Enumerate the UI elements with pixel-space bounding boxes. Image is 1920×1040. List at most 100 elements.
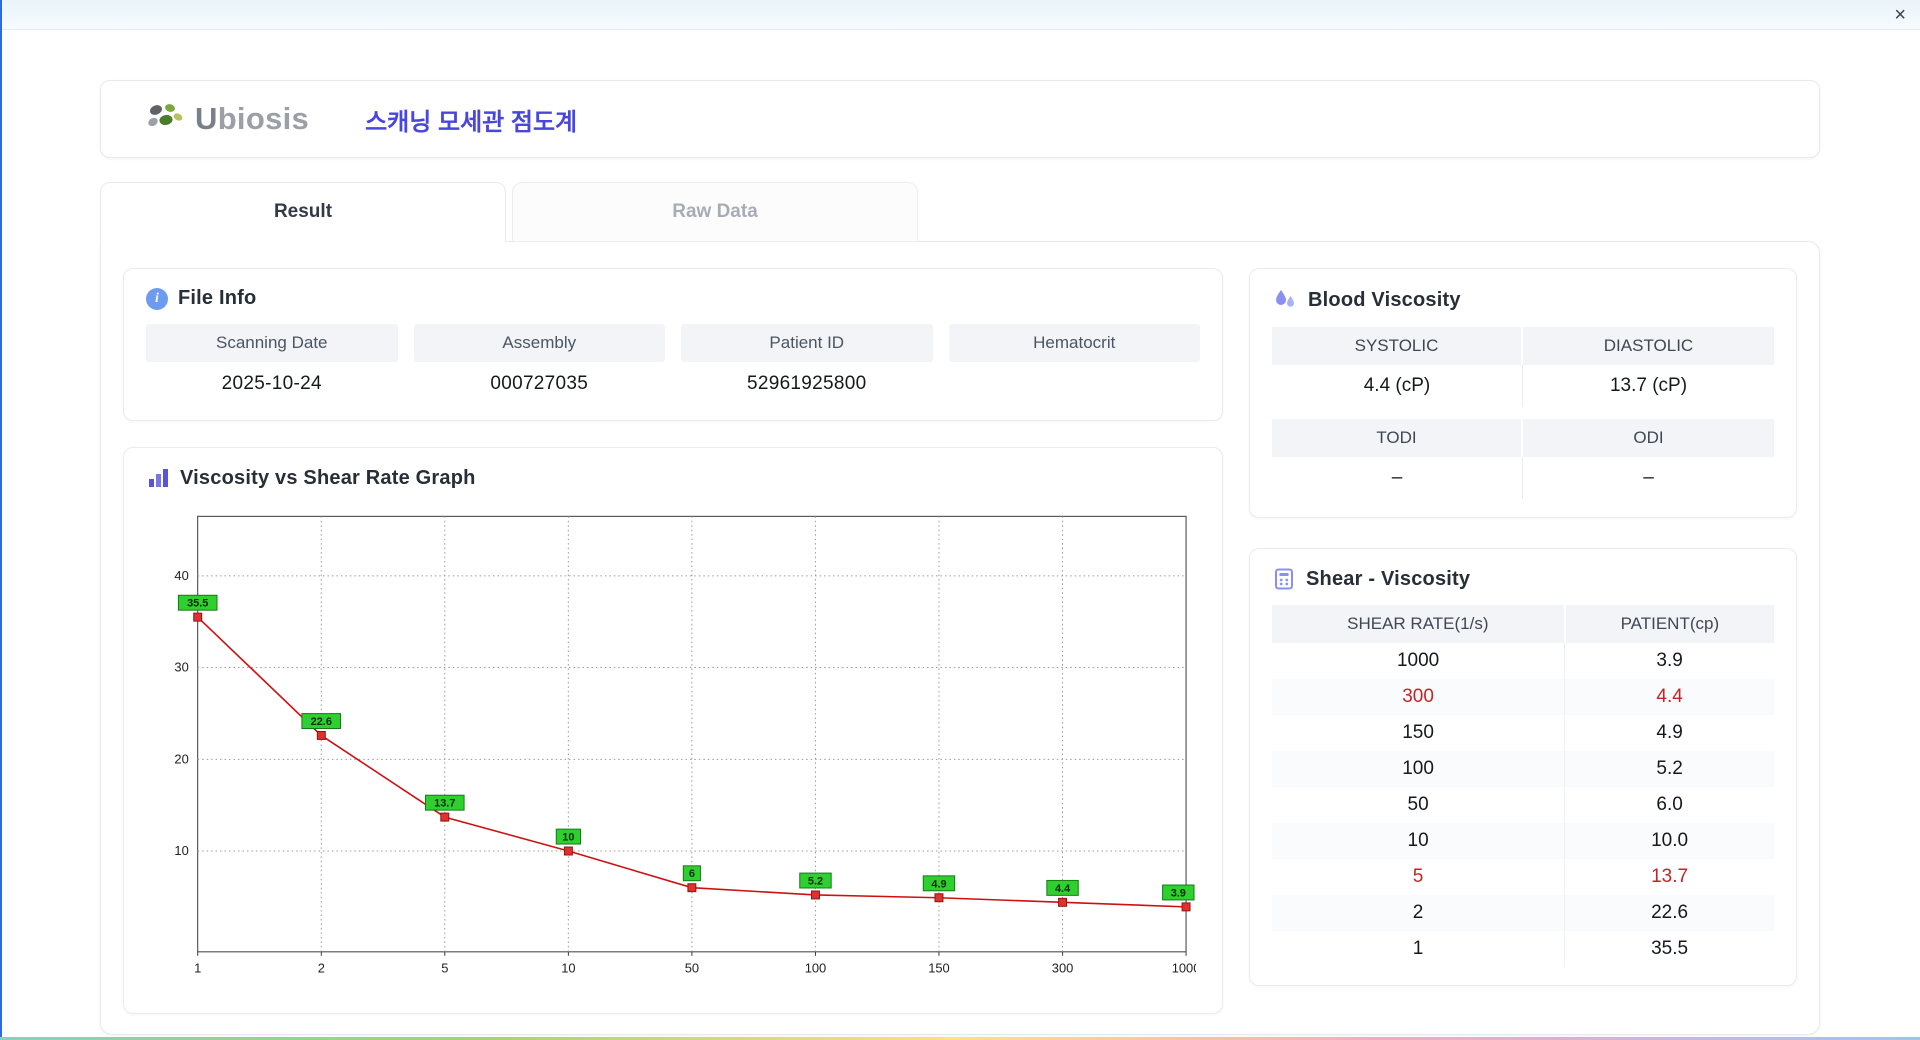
field-value: 52961925800 xyxy=(746,373,867,394)
svg-text:10: 10 xyxy=(562,832,574,844)
calculator-icon xyxy=(1275,568,1293,590)
svg-text:13.7: 13.7 xyxy=(434,798,455,810)
field-label: Assembly xyxy=(413,324,665,362)
patient-cell: 5.2 xyxy=(1564,751,1774,787)
svg-text:35.5: 35.5 xyxy=(187,598,208,610)
patient-cell: 35.5 xyxy=(1651,938,1689,959)
header-card: Ubiosis 스캐닝 모세관 점도계 xyxy=(100,80,1820,158)
shear-table-row: 2 22.6 xyxy=(1272,895,1774,931)
shear-table-row: 1 35.5 xyxy=(1272,931,1774,967)
tab-raw-data[interactable]: Raw Data xyxy=(512,182,918,242)
patient-cell: 6.0 xyxy=(1656,794,1683,815)
svg-text:50: 50 xyxy=(685,961,699,976)
svg-text:1: 1 xyxy=(194,961,201,976)
bv-label-todi: TODI xyxy=(1272,419,1523,457)
shear-table-row: 50 6.0 xyxy=(1272,787,1774,823)
file-info-field: Scanning Date 2025-10-24 xyxy=(146,324,398,402)
shear-rate-cell: 10 xyxy=(1272,823,1566,859)
field-value: 000727035 xyxy=(490,373,589,394)
shear-table-row: 1000 3.9 xyxy=(1272,643,1774,679)
svg-text:3.9: 3.9 xyxy=(1171,887,1186,899)
bar-chart-icon xyxy=(149,469,168,487)
patient-cell: 22.6 xyxy=(1564,895,1774,931)
shear-table-row: 100 5.2 xyxy=(1272,751,1774,787)
file-info-title: File Info xyxy=(178,287,257,309)
shear-rate-cell: 2 xyxy=(1272,895,1566,931)
file-info-card: i File Info Scanning Date 2025-10-24 Ass… xyxy=(123,268,1223,421)
droplets-icon xyxy=(1276,290,1294,307)
patient-cell: 4.9 xyxy=(1656,722,1683,743)
page: Ubiosis 스캐닝 모세관 점도계 Result Raw Data i Fi… xyxy=(0,30,1920,1035)
svg-text:2: 2 xyxy=(318,961,325,976)
tab-result[interactable]: Result xyxy=(100,182,506,242)
svg-text:4.9: 4.9 xyxy=(931,878,946,890)
bv-value-systolic: 4.4 (cP) xyxy=(1272,365,1523,407)
info-icon: i xyxy=(146,287,168,310)
field-label: Hematocrit xyxy=(948,324,1200,362)
bv-label-systolic: SYSTOLIC xyxy=(1272,327,1523,365)
svg-text:300: 300 xyxy=(1052,961,1074,976)
svg-text:4.4: 4.4 xyxy=(1055,883,1071,895)
field-value xyxy=(949,362,1201,402)
patient-cell: 10.0 xyxy=(1564,823,1774,859)
bv-value-row-1: 4.4 (cP) 13.7 (cP) xyxy=(1272,365,1774,407)
svg-text:10: 10 xyxy=(174,843,188,858)
ubiosis-logo: Ubiosis xyxy=(145,101,309,137)
shear-table-row: 10 10.0 xyxy=(1272,823,1774,859)
shear-viscosity-card: Shear - Viscosity SHEAR RATE(1/s) PATIEN… xyxy=(1249,548,1797,986)
field-value: 2025-10-24 xyxy=(221,373,322,394)
bv-value-todi: – xyxy=(1272,457,1523,499)
svg-text:30: 30 xyxy=(174,660,188,675)
field-label: Scanning Date xyxy=(146,324,398,362)
shear-rate-cell: 100 xyxy=(1272,751,1566,787)
tab-bar: Result Raw Data xyxy=(100,182,1820,242)
close-icon[interactable]: × xyxy=(1894,5,1906,25)
graph-card: Viscosity vs Shear Rate Graph 10 20 30 40 1 2… xyxy=(123,447,1223,1014)
shear-rate-cell: 300 xyxy=(1272,679,1566,715)
ubiosis-logo-icon xyxy=(148,104,183,127)
blood-viscosity-title: Blood Viscosity xyxy=(1308,288,1461,311)
bv-value-diastolic: 13.7 (cP) xyxy=(1609,375,1688,396)
shear-viscosity-table: SHEAR RATE(1/s) PATIENT(cp) 1000 3.9 300… xyxy=(1272,605,1774,967)
svg-text:5: 5 xyxy=(441,961,448,976)
patient-cell: 4.4 xyxy=(1564,679,1774,715)
file-info-fields: Scanning Date 2025-10-24 Assembly 000727… xyxy=(146,324,1200,402)
svg-text:100: 100 xyxy=(805,961,827,976)
field-label: Patient ID xyxy=(681,324,933,362)
svg-text:150: 150 xyxy=(928,961,950,976)
shear-table-row: 5 13.7 xyxy=(1272,859,1774,895)
brand-text: Ubiosis xyxy=(195,101,309,137)
shear-rate-cell: 150 xyxy=(1272,715,1566,751)
svg-text:20: 20 xyxy=(174,751,188,766)
shear-viscosity-title: Shear - Viscosity xyxy=(1306,567,1471,590)
shear-table-body: 1000 3.9 300 4.4 150 4.9 100 5.2 50 6.0 … xyxy=(1272,643,1774,967)
shear-rate-cell: 50 xyxy=(1272,787,1566,823)
file-info-field: Hematocrit xyxy=(948,324,1201,402)
bv-label-odi: ODI xyxy=(1523,419,1774,457)
svg-text:22.6: 22.6 xyxy=(311,716,332,728)
patient-cell: 13.7 xyxy=(1651,866,1689,887)
svg-text:40: 40 xyxy=(174,568,188,583)
window-left-border xyxy=(0,0,2,1040)
viscosity-chart: 10 20 30 40 1 2 5 10 50 100 150 300 1000 35.5 22.6 13.7… xyxy=(174,515,1200,976)
file-info-field: Assembly 000727035 xyxy=(413,324,665,402)
shear-rate-cell: 1 xyxy=(1272,931,1566,967)
bv-header-row-2: TODI ODI xyxy=(1272,419,1774,457)
svg-text:5.2: 5.2 xyxy=(808,876,823,888)
shear-rate-cell: 1000 xyxy=(1272,643,1566,679)
shear-table-row: 300 4.4 xyxy=(1272,679,1774,715)
patient-cell: 3.9 xyxy=(1656,650,1683,671)
blood-viscosity-card: Blood Viscosity SYSTOLIC DIASTOLIC 4.4 (… xyxy=(1249,268,1797,518)
shear-table-row: 150 4.9 xyxy=(1272,715,1774,751)
bv-label-diastolic: DIASTOLIC xyxy=(1523,327,1774,365)
page-title: 스캐닝 모세관 점도계 xyxy=(365,108,578,136)
bv-value-odi: – xyxy=(1643,467,1654,488)
col-patient: PATIENT(cp) xyxy=(1564,605,1774,643)
shear-table-header: SHEAR RATE(1/s) PATIENT(cp) xyxy=(1272,605,1774,643)
svg-text:10: 10 xyxy=(561,961,575,976)
chart-wrap: 10 20 30 40 1 2 5 10 50 100 150 300 1000 35.5 22.6 13.7… xyxy=(146,504,1200,995)
bv-value-row-2: – – xyxy=(1272,457,1774,499)
file-info-field: Patient ID 52961925800 xyxy=(681,324,933,402)
svg-text:6: 6 xyxy=(689,868,695,880)
col-shear-rate: SHEAR RATE(1/s) xyxy=(1272,605,1566,643)
